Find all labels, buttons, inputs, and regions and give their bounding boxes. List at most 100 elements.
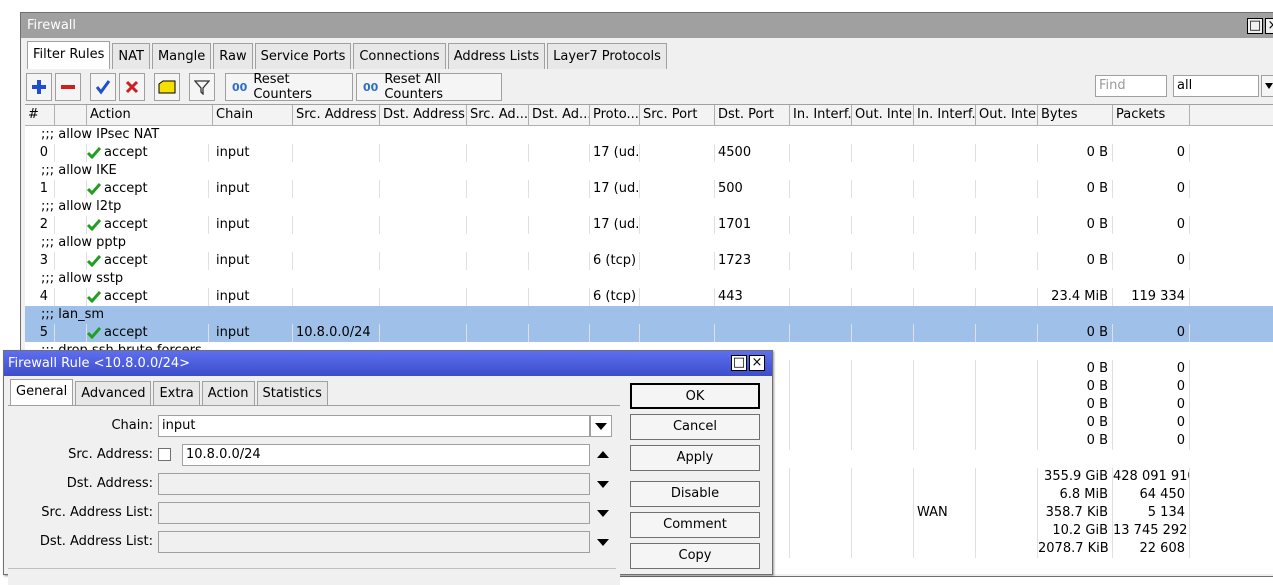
comment-row[interactable]: ;;; allow pptp [25,234,1273,252]
cell-outif2 [976,360,1038,378]
comment-button[interactable] [154,73,180,101]
tab-layer7-protocols[interactable]: Layer7 Protocols [547,43,667,69]
cell-src [293,216,380,234]
filter-button[interactable] [189,73,215,101]
column-header-action[interactable]: Action [87,105,213,126]
dst-address-list-field[interactable] [158,531,590,553]
disable-button[interactable]: Disable [630,481,760,507]
reset-icon: 00 [232,80,248,94]
tab-filter-rules[interactable]: Filter Rules [27,41,111,69]
column-header-dstad[interactable]: Dst. Ad... [529,105,590,126]
src-address-list-label: Src. Address List: [41,505,153,520]
remove-button[interactable] [55,73,81,101]
copy-button[interactable]: Copy [630,543,760,569]
dialog-titlebar[interactable]: Firewall Rule <10.8.0.0/24> □ × [4,351,772,376]
src-address-invert-checkbox[interactable] [158,448,171,461]
column-header-inif[interactable]: In. Interf... [790,105,852,126]
add-button[interactable] [26,73,52,101]
comment-row[interactable]: ;;; allow IKE [25,162,1273,180]
cell-inif2 [914,432,976,450]
expand-down-icon[interactable] [597,481,609,488]
column-header-dstport[interactable]: Dst. Port [715,105,790,126]
cell-bytes: 23.4 MiB [1038,288,1113,306]
src-address-field[interactable]: 10.8.0.0/24 [182,444,590,466]
cell-dst [380,144,467,162]
ok-button[interactable]: OK [630,383,760,409]
cell-outif2 [976,504,1038,522]
cell-outif2 [976,486,1038,504]
column-header-srcad[interactable]: Src. Ad... [467,105,529,126]
column-header-dst[interactable]: Dst. Address [380,105,467,126]
tab-mangle[interactable]: Mangle [151,43,212,69]
cell-num: 2 [25,216,55,234]
column-header-src[interactable]: Src. Address [293,105,380,126]
cell-outif [852,360,914,378]
column-header-srcport[interactable]: Src. Port [640,105,715,126]
cell-bytes: 0 B [1038,414,1113,432]
src-address-list-field[interactable] [158,502,590,524]
reset-all-counters-button[interactable]: 00 Reset All Counters [356,72,502,102]
column-header-outif2[interactable]: Out. Inte... [976,105,1038,126]
action-text: accept [104,253,148,268]
src-address-label: Src. Address: [68,447,153,462]
dst-address-field[interactable] [158,473,590,495]
tab-advanced[interactable]: Advanced [75,381,152,405]
accept-icon [87,146,101,159]
cell-bytes: 0 B [1038,378,1113,396]
tab-action[interactable]: Action [201,381,255,405]
column-header-proto[interactable]: Proto... [590,105,640,126]
tab-nat[interactable]: NAT [112,43,150,69]
table-row[interactable]: 3 accept input 6 (tcp) 1723 0 B0 [25,252,1273,270]
column-header-chain[interactable]: Chain [213,105,293,126]
table-row[interactable]: 1 accept input 17 (ud... 500 0 B0 [25,180,1273,198]
comment-row[interactable]: ;;; allow IPsec NAT [25,126,1273,144]
column-header-bytes[interactable]: Bytes [1038,105,1113,126]
column-header-packets[interactable]: Packets [1113,105,1190,126]
disable-button[interactable] [119,73,145,101]
chain-select[interactable]: input [158,415,590,437]
cancel-button[interactable]: Cancel [630,414,760,440]
column-header-outif[interactable]: Out. Inte... [852,105,914,126]
cell-num: 5 [25,324,55,342]
filter-dropdown[interactable] [1261,75,1273,97]
maximize-icon[interactable]: □ [731,355,747,371]
tab-connections[interactable]: Connections [353,43,446,69]
find-input[interactable]: Find [1095,75,1167,97]
tab-service-ports[interactable]: Service Ports [254,43,352,69]
column-header-sel[interactable] [55,105,87,126]
cell-srcad [467,144,529,162]
enable-button[interactable] [90,73,116,101]
table-row[interactable]: 0acceptinput17 (ud...45000 B0 [25,144,1273,162]
comment-row[interactable]: ;;; allow sstp [25,270,1273,288]
column-header-inif2[interactable]: In. Interf... [914,105,976,126]
tab-raw[interactable]: Raw [213,43,253,69]
tab-address-lists[interactable]: Address Lists [447,43,546,69]
chain-dropdown-button[interactable] [590,415,612,437]
comment-row[interactable]: ;;; lan_sm [25,306,1273,324]
close-icon[interactable]: × [1265,18,1273,34]
table-row[interactable]: 4 accept input 6 (tcp) 443 23.4 MiB 119 334 [25,288,1273,306]
cell-srcport [640,144,715,162]
cell-dstad [529,180,590,198]
maximize-icon[interactable]: □ [1247,18,1263,34]
comment-button[interactable]: Comment [630,512,760,538]
close-icon[interactable]: × [749,355,765,371]
tab-general[interactable]: General [10,379,74,405]
expand-down-icon[interactable] [597,539,609,546]
comment-row[interactable]: ;;; allow l2tp [25,198,1273,216]
expand-down-icon[interactable] [597,510,609,517]
cell-chain: input [213,144,293,162]
table-row[interactable]: 2 accept input 17 (ud... 1701 0 B0 [25,216,1273,234]
apply-button[interactable]: Apply [630,445,760,471]
tab-extra[interactable]: Extra [153,381,200,405]
cell-chain: input [213,216,293,234]
tab-statistics[interactable]: Statistics [256,381,328,405]
cell-bytes: 0 B [1038,144,1113,162]
filter-select[interactable]: all [1173,75,1259,97]
reset-counters-button[interactable]: 00 Reset Counters [225,72,353,102]
collapse-up-icon[interactable] [597,451,609,458]
column-header-num[interactable]: # [25,105,55,126]
table-row[interactable]: 5 accept input 10.8.0.0/24 0 B0 [25,324,1273,342]
cell-num: 3 [25,252,55,270]
window-titlebar[interactable]: Firewall □ × [21,13,1273,38]
